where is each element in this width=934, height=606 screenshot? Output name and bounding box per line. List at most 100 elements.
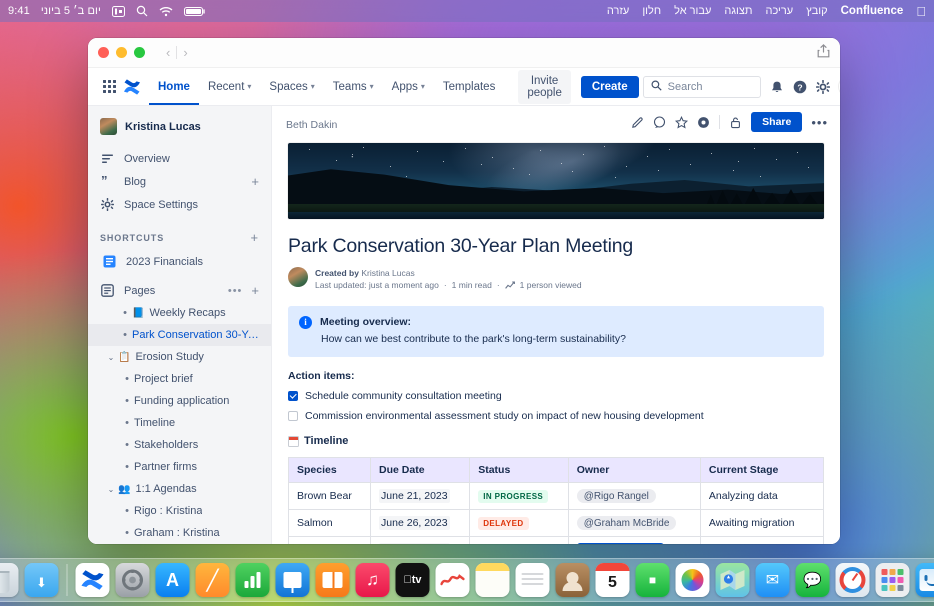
task-checkbox[interactable] <box>288 391 298 401</box>
cell-status[interactable]: DELAYED <box>470 510 568 537</box>
dock-item-finder[interactable] <box>916 563 934 597</box>
page-more-actions-button[interactable]: ••• <box>811 115 828 130</box>
notifications-bell-icon[interactable] <box>770 80 784 94</box>
chevron-down-icon[interactable]: ⌄ <box>104 485 118 494</box>
column-header-current-stage[interactable]: Current Stage <box>700 458 823 483</box>
nav-item-teams[interactable]: Teams ▾ <box>324 68 383 105</box>
author-avatar[interactable] <box>288 267 308 287</box>
dock-item-safari[interactable] <box>836 563 870 597</box>
apple-logo-icon[interactable]:  <box>916 5 926 18</box>
spotlight-search-icon[interactable] <box>136 5 148 17</box>
tree-item-stakeholders[interactable]: • Stakeholders <box>88 434 271 456</box>
task-item[interactable]: Schedule community consultation meeting <box>288 390 824 402</box>
nav-item-recent[interactable]: Recent ▾ <box>199 68 260 105</box>
dock-item-maps[interactable] <box>716 563 750 597</box>
dock-item-reminders[interactable] <box>516 563 550 597</box>
menubar-item-view[interactable]: תצוגה <box>724 5 752 17</box>
add-page-button[interactable]: + <box>251 284 259 297</box>
tree-item-funding-application[interactable]: • Funding application <box>88 390 271 412</box>
tree-item-erosion-study[interactable]: ⌄ 📋 Erosion Study <box>88 346 271 368</box>
watch-eye-icon[interactable] <box>697 116 710 129</box>
share-button[interactable]: Share <box>751 112 802 132</box>
restrictions-lock-icon[interactable] <box>729 116 742 129</box>
tree-item-project-brief[interactable]: • Project brief <box>88 368 271 390</box>
dock-item-trash[interactable] <box>0 563 19 597</box>
chevron-down-icon[interactable]: ⌄ <box>104 353 118 362</box>
star-icon[interactable] <box>675 116 688 129</box>
back-button[interactable]: ‹ <box>161 45 175 60</box>
add-blog-button[interactable]: + <box>251 175 259 188</box>
control-center-icon[interactable] <box>112 6 125 17</box>
forward-button[interactable]: › <box>178 45 192 60</box>
space-header[interactable]: Kristina Lucas <box>88 118 271 147</box>
create-button[interactable]: Create <box>581 76 639 98</box>
dock-item-photos[interactable] <box>676 563 710 597</box>
close-window-button[interactable] <box>98 47 109 58</box>
cell-owner[interactable]: @Kristina Lucas <box>568 537 700 544</box>
search-input[interactable] <box>668 81 753 93</box>
menubar-item-edit[interactable]: עריכה <box>765 5 793 17</box>
dock-item-downloads[interactable] <box>25 563 59 597</box>
dock-item-freeform[interactable] <box>196 563 230 597</box>
tree-item-park-conservation-meeting[interactable]: • Park Conservation 30-Year Plan Meeting <box>88 324 271 346</box>
dock-item-launchpad[interactable] <box>876 563 910 597</box>
breadcrumb[interactable]: Beth Dakin <box>286 119 337 131</box>
nav-item-apps[interactable]: Apps ▾ <box>383 68 434 105</box>
menubar-item-help[interactable]: עזרה <box>607 5 629 17</box>
dock-item-books[interactable] <box>316 563 350 597</box>
profile-avatar[interactable] <box>839 77 840 96</box>
column-header-species[interactable]: Species <box>289 458 371 483</box>
tree-item-1-1-agendas[interactable]: ⌄ 👥 1:1 Agendas <box>88 478 271 500</box>
cell-current-stage[interactable]: Awaiting migration <box>700 510 823 537</box>
app-switcher-icon[interactable] <box>100 77 119 97</box>
cell-due-date[interactable]: June 26, 2023 <box>371 510 470 537</box>
tree-item-partner-firms[interactable]: • Partner firms <box>88 456 271 478</box>
created-by-name[interactable]: Kristina Lucas <box>361 268 414 278</box>
dock-item-music[interactable] <box>356 563 390 597</box>
dock-item-app-store[interactable] <box>156 563 190 597</box>
dock-item-apple-tv[interactable]: tv <box>396 563 430 597</box>
mention-chip-selected[interactable]: @Kristina Lucas <box>577 543 664 544</box>
invite-people-button[interactable]: Invite people <box>518 70 571 104</box>
dock-item-numbers[interactable] <box>236 563 270 597</box>
maximize-window-button[interactable] <box>134 47 145 58</box>
dock-item-calendar[interactable]: 5 <box>596 563 630 597</box>
comment-icon[interactable] <box>653 116 666 129</box>
nav-item-spaces[interactable]: Spaces ▾ <box>260 68 323 105</box>
tree-item-graham-kristina[interactable]: • Graham : Kristina <box>88 522 271 544</box>
confluence-logo-icon[interactable] <box>123 77 141 97</box>
pages-more-button[interactable]: ••• <box>228 285 243 297</box>
sidebar-item-overview[interactable]: Overview <box>88 147 271 170</box>
column-header-due-date[interactable]: Due Date <box>371 458 470 483</box>
nav-item-home[interactable]: Home <box>149 68 199 105</box>
minimize-window-button[interactable] <box>116 47 127 58</box>
dock-item-confluence[interactable] <box>76 563 110 597</box>
cell-due-date[interactable]: June 21, 2023 <box>371 483 470 510</box>
tree-item-weekly-recaps[interactable]: • 📘 Weekly Recaps <box>88 302 271 324</box>
column-header-status[interactable]: Status <box>470 458 568 483</box>
analytics-icon[interactable] <box>505 281 515 290</box>
cell-owner[interactable]: @Graham McBride <box>568 510 700 537</box>
sidebar-item-blog[interactable]: ” Blog + <box>88 170 271 193</box>
menubar-item-go[interactable]: עבור אל <box>674 5 711 17</box>
tree-item-rigo-kristina[interactable]: • Rigo : Kristina <box>88 500 271 522</box>
task-checkbox[interactable] <box>288 411 298 421</box>
cell-current-stage[interactable]: Analyzing data <box>700 483 823 510</box>
dock-item-stocks[interactable] <box>436 563 470 597</box>
mention-chip[interactable]: @Rigo Rangel <box>577 489 656 503</box>
nav-item-templates[interactable]: Templates <box>434 68 504 105</box>
search-box[interactable] <box>643 76 761 98</box>
task-item[interactable]: Commission environmental assessment stud… <box>288 410 824 422</box>
mention-chip[interactable]: @Graham McBride <box>577 516 677 530</box>
menubar-app-name[interactable]: Confluence <box>841 5 904 17</box>
tree-item-timeline[interactable]: • Timeline <box>88 412 271 434</box>
column-header-owner[interactable]: Owner <box>568 458 700 483</box>
dock-item-contacts[interactable] <box>556 563 590 597</box>
dock-item-mail[interactable] <box>756 563 790 597</box>
sidebar-item-space-settings[interactable]: Space Settings <box>88 193 271 216</box>
cell-due-date[interactable]: June 16, 2023 <box>371 537 470 544</box>
dock-item-notes[interactable] <box>476 563 510 597</box>
cell-species[interactable]: Horned Owl <box>289 537 371 544</box>
dock-item-facetime[interactable] <box>636 563 670 597</box>
dock-item-messages[interactable] <box>796 563 830 597</box>
